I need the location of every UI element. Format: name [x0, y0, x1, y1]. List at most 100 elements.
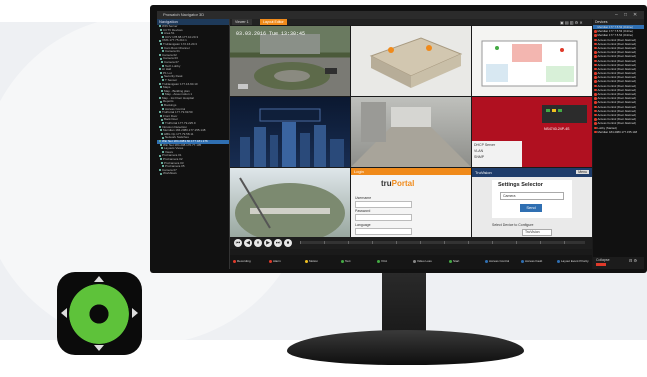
lens-icon: [69, 284, 129, 344]
send-button[interactable]: Send: [520, 204, 542, 212]
navigation-panel: Navigation WIN Server CCTV Devices Area 51…: [157, 19, 230, 269]
settings-select[interactable]: Camera: [500, 192, 564, 200]
tree-item-label: Camera 02: [162, 53, 177, 57]
tree-item-label: Bookings: [164, 104, 177, 108]
legend-label: Access Fault: [525, 259, 543, 263]
settings-title: Settings Selector: [498, 182, 543, 188]
device-status-icon: [594, 97, 597, 100]
tree-item-label: P1 Lot: [163, 71, 172, 75]
timeline-tick: [420, 241, 421, 244]
tree-item-label: TruPortal 177.79.225.9: [165, 122, 196, 126]
device-status-icon: [594, 105, 597, 109]
arrow-right-icon: [132, 308, 138, 318]
settings-footer-select[interactable]: TruVision: [522, 229, 552, 236]
map-tile-3d-building[interactable]: [351, 26, 471, 96]
device-status-icon: [594, 42, 597, 46]
legend-item: Access Fault: [521, 259, 542, 263]
maximize-button[interactable]: □: [624, 11, 627, 19]
switch-table-row: VLAN: [474, 149, 484, 153]
tree-node-icon: [159, 168, 161, 171]
device-status-icon: [594, 46, 597, 50]
tree-item-label: CCTV Devices: [163, 28, 183, 32]
tree-item-label: T Sensor: [165, 78, 178, 82]
tree-node-icon: [161, 161, 163, 164]
tree-item-label: ProCamera 01: [162, 154, 182, 158]
timeline-tick: [372, 241, 373, 244]
tree-item-label: Cam Root Channel: [164, 46, 190, 50]
device-status-icon: [594, 55, 597, 58]
tree-item-label: Workflows: [163, 172, 177, 176]
skip-back-button[interactable]: ⏮: [234, 239, 242, 247]
tree-node-icon: [161, 61, 163, 64]
collapse-icon[interactable]: ⊟ ⚙: [629, 258, 637, 263]
timeline-tick: [540, 241, 541, 244]
tree-node-icon: [159, 140, 161, 143]
timeline-tick: [492, 241, 493, 244]
tree-item-label: Camera 03: [163, 57, 178, 61]
device-list-item[interactable]: Meridian 184.2080.177.155.148: [593, 130, 644, 134]
playback-timeline[interactable]: [300, 241, 585, 244]
tree-item-label: TruNavigator 172.16.20.3: [163, 42, 197, 46]
device-panel: Devices Meridian 177.7.5.52 (Online) Meri…: [593, 19, 644, 257]
timeline-tick: [468, 241, 469, 244]
settings-menu-button[interactable]: Menu: [576, 170, 589, 174]
legend-dot-icon: [233, 259, 236, 263]
tree-item-label: Intrusion Detection: [162, 125, 188, 129]
pause-button[interactable]: ⏸: [254, 239, 262, 247]
hallway-scene: [351, 102, 471, 167]
username-field[interactable]: [355, 201, 412, 208]
collapse-label: Collapse: [596, 258, 610, 262]
tree-node-icon: [161, 32, 163, 35]
web-tile-settings[interactable]: TruVision Menu Settings Selector Camera …: [472, 168, 592, 237]
username-label: Username: [355, 196, 372, 200]
tree-node-icon: [162, 150, 164, 153]
close-button[interactable]: ✕: [633, 11, 637, 19]
device-status-icon: [594, 118, 597, 121]
device-status-icon: [594, 76, 597, 79]
camera-tile-outdoor[interactable]: [230, 168, 350, 237]
tab-layout-editor[interactable]: Layout Editor: [260, 19, 287, 25]
device-list: Meridian 177.7.5.52 (Online) Meridian 177…: [593, 25, 644, 134]
device-status-icon: [594, 63, 597, 67]
toolbar-icons[interactable]: ▣ ▤ ▥ ⚙ ✕: [560, 20, 583, 25]
device-tile-network-switch[interactable]: NS4740-24P-4S DHCP Server VLAN SNMP: [472, 97, 592, 167]
tree-item-label: ProCamera 02: [163, 157, 183, 161]
legend-item: Text: [341, 259, 351, 263]
device-status-icon: [594, 51, 597, 54]
tree-node-icon: [160, 86, 162, 89]
web-tile-city[interactable]: [230, 97, 350, 167]
minimize-button[interactable]: –: [615, 11, 618, 19]
tree-node-icon: [161, 133, 163, 136]
skip-forward-button[interactable]: ⏭: [274, 239, 282, 247]
tree-item[interactable]: Workflows: [157, 172, 229, 176]
device-status-icon: [594, 34, 597, 37]
tree-node-icon: [160, 143, 162, 146]
tab-viewer[interactable]: Viewer 1: [232, 19, 252, 25]
truportal-header: Login: [354, 169, 364, 174]
stop-button[interactable]: ⏹: [284, 239, 292, 247]
legend-dot-icon: [377, 259, 380, 263]
tree-node-icon: [160, 57, 162, 60]
city-scene: [240, 108, 344, 167]
legend-label: Video Loss: [417, 259, 432, 263]
status-legend: Recording Alarm Motion Text VCA Video Loss Sta…: [230, 255, 592, 269]
settings-select-value: Camera: [503, 194, 516, 198]
camera-tile-parking[interactable]: 03.03.2016 Tue 13:30:45: [230, 26, 350, 96]
rewind-button[interactable]: ◀: [244, 239, 252, 247]
tree-item-label: Map - 1st Floor Hospital: [162, 96, 194, 100]
legend-dot-icon: [269, 259, 272, 263]
web-tile-truportal[interactable]: Login truPortal Username Password Langua…: [351, 168, 471, 237]
outdoor-scene: [235, 177, 345, 237]
play-button[interactable]: ▶: [264, 239, 272, 247]
legend-dot-icon: [485, 259, 488, 263]
tree-node-icon: [160, 43, 162, 46]
playback-bar: ⏮ ◀ ⏸ ▶ ⏭ ⏹: [230, 237, 592, 249]
tree-node-icon: [160, 172, 162, 175]
device-status-icon: [594, 26, 597, 29]
timeline-tick: [396, 241, 397, 244]
tree-node-icon: [162, 93, 164, 96]
map-tile-floor-plan[interactable]: [472, 26, 592, 96]
camera-tile-hallway[interactable]: [351, 97, 471, 167]
language-select[interactable]: [355, 228, 412, 235]
password-field[interactable]: [355, 214, 412, 221]
